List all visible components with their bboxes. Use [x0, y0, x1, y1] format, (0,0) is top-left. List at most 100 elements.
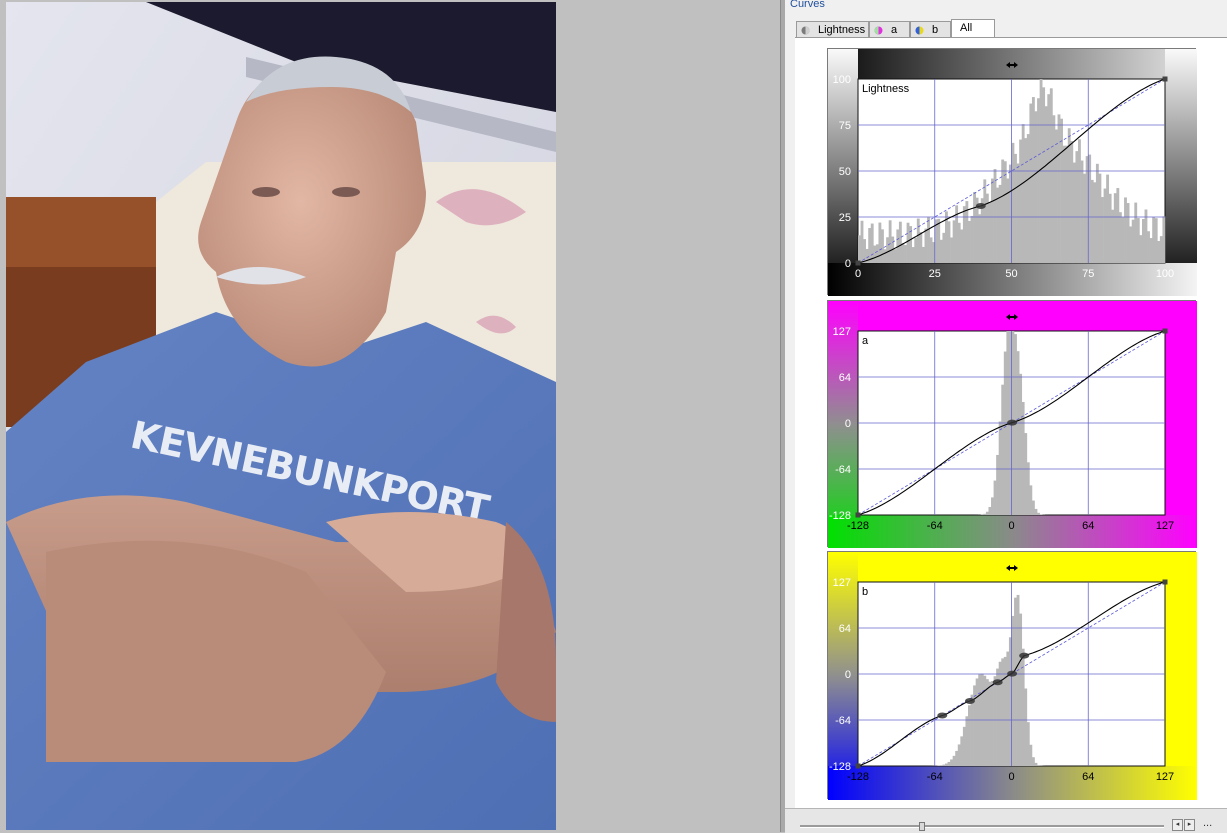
- scroll-right-button[interactable]: ▸: [1184, 819, 1195, 831]
- histogram-bar: [991, 497, 994, 515]
- curve-endpoint: [1163, 580, 1168, 585]
- histogram-bar: [1122, 217, 1125, 263]
- x-tick-label: 127: [1156, 520, 1174, 532]
- more-button[interactable]: ...: [1203, 817, 1212, 829]
- histogram-bar: [1022, 124, 1025, 263]
- histogram-bar: [1022, 649, 1025, 766]
- curve-control-point: [937, 712, 947, 718]
- curve-lightness: 02550751001007550250Lightness: [827, 48, 1196, 295]
- histogram-bar: [884, 249, 887, 263]
- histogram-bar: [1142, 219, 1145, 263]
- curve-control-point: [976, 203, 986, 209]
- histogram-bar: [1042, 87, 1045, 263]
- x-tick-label: 75: [1082, 268, 1094, 280]
- zoom-bar: ◂ ▸ ...: [785, 808, 1227, 833]
- zoom-slider-thumb[interactable]: [919, 822, 925, 831]
- histogram-bar: [1024, 138, 1027, 263]
- histogram-bar: [912, 247, 915, 263]
- histogram-bar: [1139, 235, 1142, 263]
- histogram-bar: [996, 455, 999, 515]
- histogram-bar: [1014, 154, 1017, 263]
- histogram-bar: [1106, 175, 1109, 263]
- tab-all[interactable]: All: [951, 19, 995, 38]
- histogram-bar: [991, 681, 994, 766]
- histogram-bar: [1032, 501, 1035, 515]
- x-tick-label: 64: [1082, 520, 1094, 532]
- histogram-bar: [1124, 197, 1127, 263]
- histogram-bar: [1096, 164, 1099, 263]
- photo-canvas[interactable]: KEVNEBUNKPORT: [6, 2, 556, 830]
- y-tick-label: 50: [839, 166, 851, 178]
- x-tick-label: 50: [1005, 268, 1017, 280]
- histogram-bar: [1029, 745, 1032, 766]
- curve-b: -128-64064127127640-64-128b: [827, 551, 1196, 799]
- curve-channel-label: Lightness: [862, 83, 910, 95]
- tab-lightness[interactable]: Lightness: [796, 21, 869, 38]
- histogram-bar: [1029, 104, 1032, 263]
- curve-graph-b[interactable]: -128-64064127127640-64-128b: [828, 552, 1197, 800]
- histogram-bar: [861, 221, 864, 263]
- curve-graph-lightness[interactable]: 02550751001007550250Lightness: [828, 49, 1197, 296]
- histogram-bar: [927, 217, 930, 263]
- histogram-bar: [1001, 160, 1004, 263]
- histogram-bar: [983, 514, 986, 515]
- curve-graph-a[interactable]: -128-64064127127640-64-128a: [828, 301, 1197, 548]
- curve-endpoint: [1163, 329, 1168, 334]
- y-tick-label: 25: [839, 212, 851, 224]
- histogram-bar: [994, 676, 997, 766]
- histogram-bar: [1019, 140, 1022, 263]
- tab-label: All: [960, 20, 972, 37]
- histogram-bar: [1152, 217, 1155, 263]
- histogram-bar: [1055, 129, 1058, 263]
- histogram-bar: [858, 235, 861, 263]
- tab-a[interactable]: a: [869, 21, 910, 38]
- histogram-bar: [968, 221, 971, 263]
- right-gradient: [1165, 49, 1197, 296]
- histogram-bar: [953, 756, 956, 766]
- y-tick-label: 0: [845, 258, 851, 270]
- histogram-bar: [1070, 141, 1073, 263]
- histogram-bar: [942, 765, 945, 766]
- curve-control-point: [1007, 420, 1017, 426]
- curve-channel-label: b: [862, 586, 868, 598]
- scroll-left-button[interactable]: ◂: [1172, 819, 1183, 831]
- histogram-bar: [878, 223, 881, 263]
- histogram-bar: [917, 219, 920, 263]
- curve-control-point: [993, 679, 1003, 685]
- histogram-bar: [1012, 616, 1015, 766]
- histogram-bar: [1024, 433, 1027, 515]
- curve-control-point: [1007, 671, 1017, 677]
- x-tick-label: -64: [927, 771, 943, 783]
- tab-b[interactable]: b: [910, 21, 951, 38]
- y-tick-label: -64: [835, 464, 851, 476]
- curve-endpoint: [856, 764, 861, 769]
- b-channel-icon: [915, 26, 924, 35]
- x-tick-label: 0: [1008, 771, 1014, 783]
- histogram-bar: [1134, 203, 1137, 263]
- photo-pane: KEVNEBUNKPORT: [0, 0, 780, 832]
- y-tick-label: -64: [835, 715, 851, 727]
- y-tick-label: -128: [829, 510, 851, 522]
- histogram-bar: [1004, 161, 1007, 263]
- histogram-bar: [1037, 765, 1040, 766]
- histogram-bar: [1001, 658, 1004, 766]
- histogram-bar: [971, 216, 974, 263]
- histogram-bar: [1101, 197, 1104, 263]
- histogram-bar: [886, 237, 889, 263]
- histogram-bar: [1078, 139, 1081, 263]
- histogram-bar: [1116, 188, 1119, 263]
- histogram-bar: [1017, 351, 1020, 515]
- histogram-bar: [994, 169, 997, 263]
- histogram-bar: [999, 421, 1002, 515]
- histogram-bar: [983, 676, 986, 766]
- histogram-bar: [1150, 238, 1153, 263]
- histogram-bar: [1162, 216, 1165, 263]
- histogram-bar: [1155, 218, 1158, 263]
- histogram-bar: [1119, 212, 1122, 263]
- zoom-slider[interactable]: [800, 825, 1164, 828]
- histogram-bar: [1111, 210, 1114, 263]
- histogram-bar: [976, 678, 979, 766]
- histogram-bar: [1091, 180, 1094, 263]
- histogram-bar: [894, 249, 897, 263]
- histogram-bar: [1027, 462, 1030, 515]
